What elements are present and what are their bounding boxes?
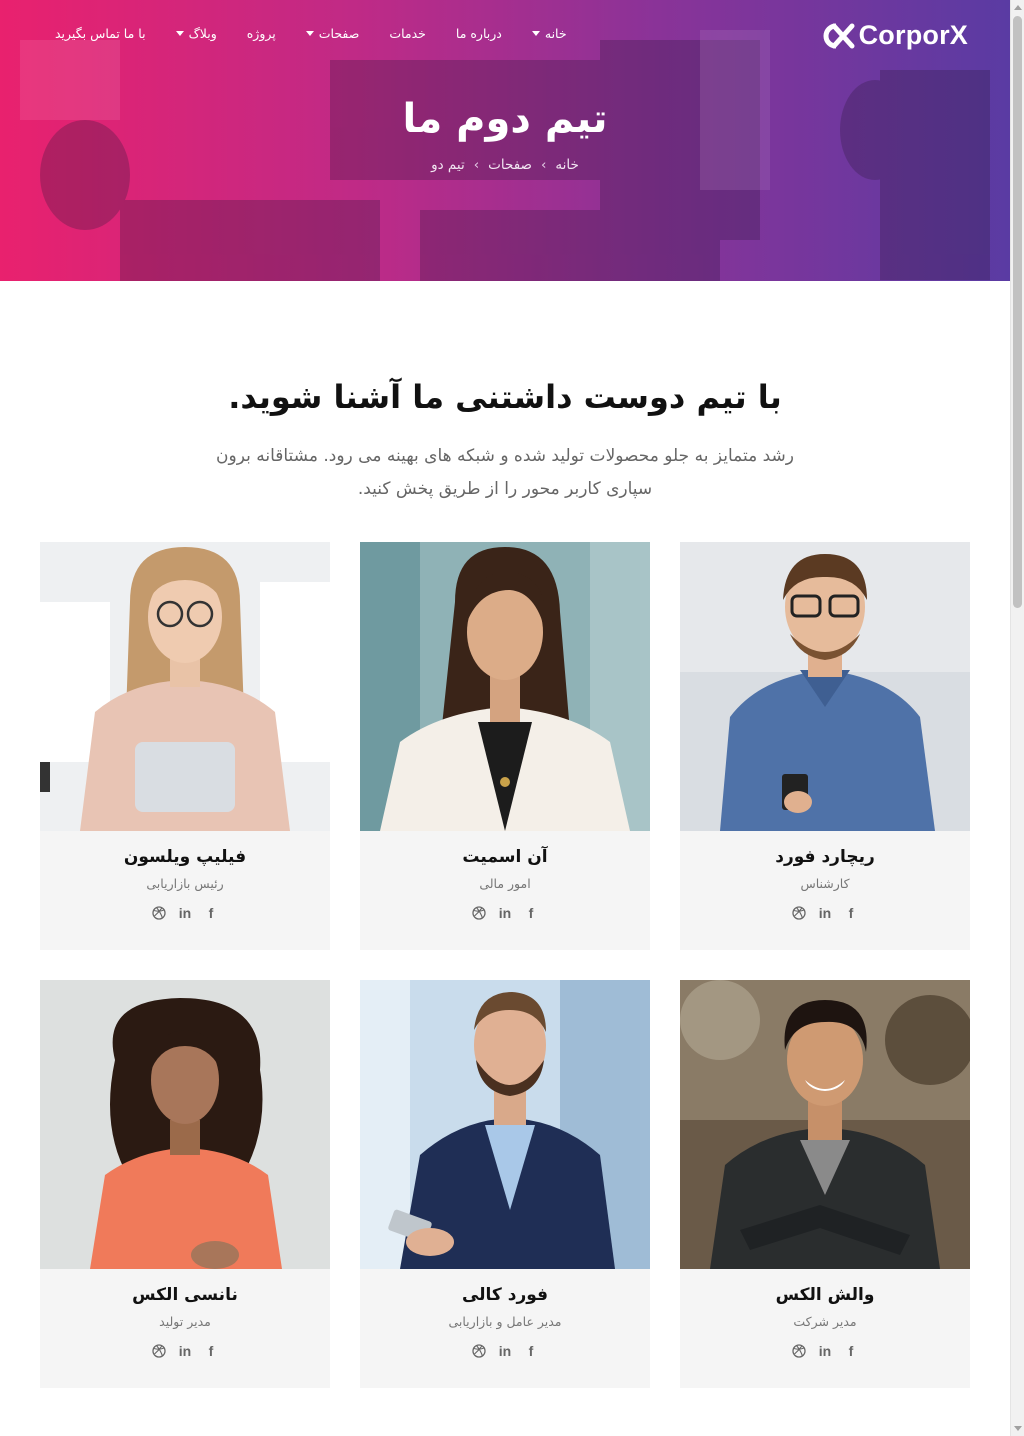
brand-name: CorporX: [858, 20, 968, 50]
team-member-name: نانسی الکس: [132, 1285, 238, 1305]
social-links: in f: [680, 905, 970, 921]
dribbble-icon[interactable]: [786, 906, 812, 920]
chevron-left-icon: ›: [541, 157, 547, 173]
team-member-role: مدیر عامل و بازاریابی: [448, 1314, 562, 1329]
section-title: با تیم دوست داشتنی ما آشنا شوید.: [228, 378, 782, 416]
chevron-down-icon: [531, 31, 540, 36]
breadcrumb: خانه › صفحات › تیم دو: [0, 157, 1010, 173]
linkedin-icon[interactable]: in: [492, 905, 518, 921]
team-member-role: کارشناس: [800, 876, 850, 891]
nav-label: پروژه: [246, 26, 276, 41]
facebook-icon[interactable]: f: [838, 1343, 864, 1359]
social-links: in f: [360, 905, 650, 921]
team-member-name: ریچارد فورد: [775, 847, 875, 867]
breadcrumb-pages[interactable]: صفحات: [488, 157, 532, 173]
team-card: والش الکس مدیر شرکت in f: [680, 980, 970, 1388]
dribbble-icon[interactable]: [786, 1344, 812, 1358]
facebook-icon[interactable]: f: [198, 1343, 224, 1359]
team-member-role: امور مالی: [479, 876, 531, 891]
nav-about[interactable]: درباره ما: [456, 26, 502, 41]
breadcrumb-current: تیم دو: [431, 157, 465, 173]
dribbble-icon[interactable]: [146, 906, 172, 920]
team-member-photo: [680, 542, 970, 831]
team-card: آن اسمیت امور مالی in f: [360, 542, 650, 950]
subtitle-line: سپاری کاربر محور را از طریق پخش کنید.: [357, 479, 653, 499]
page-title: تیم دوم ما: [402, 96, 608, 142]
team-member-name: والش الکس: [775, 1285, 875, 1305]
chevron-down-icon: [305, 31, 314, 36]
scroll-up-icon[interactable]: [1014, 5, 1022, 10]
nav-label: با ما تماس بگیرید: [55, 26, 146, 41]
team-member-photo: [40, 980, 330, 1269]
facebook-icon[interactable]: f: [518, 905, 544, 921]
facebook-icon[interactable]: f: [198, 905, 224, 921]
scrollbar-thumb[interactable]: [1013, 16, 1022, 608]
nav-label: صفحات: [318, 26, 360, 41]
dribbble-icon[interactable]: [466, 906, 492, 920]
section-subtitle: رشد متمایز به جلو محصولات تولید شده و شب…: [200, 440, 810, 506]
dribbble-icon[interactable]: [146, 1344, 172, 1358]
team-card: فورد کالی مدیر عامل و بازاریابی in f: [360, 980, 650, 1388]
nav-home[interactable]: خانه: [531, 26, 567, 41]
team-member-name: فورد کالی: [461, 1285, 549, 1305]
nav-blog[interactable]: وبلاگ: [175, 26, 217, 41]
linkedin-icon[interactable]: in: [172, 1343, 198, 1359]
facebook-icon[interactable]: f: [518, 1343, 544, 1359]
brand-logo[interactable]: CorporX: [819, 20, 968, 51]
team-member-photo: [680, 980, 970, 1269]
linkedin-icon[interactable]: in: [812, 905, 838, 921]
team-member-name: فیلیپ ویلسون: [123, 847, 247, 867]
chevron-down-icon: [175, 31, 184, 36]
linkedin-icon[interactable]: in: [812, 1343, 838, 1359]
nav-label: خدمات: [389, 26, 426, 41]
nav-pages[interactable]: صفحات: [305, 26, 360, 41]
team-member-photo: [360, 980, 650, 1269]
breadcrumb-home[interactable]: خانه: [555, 157, 578, 173]
linkedin-icon[interactable]: in: [172, 905, 198, 921]
nav-label: وبلاگ: [188, 26, 217, 41]
nav-contact[interactable]: با ما تماس بگیرید: [55, 26, 146, 41]
team-card: فیلیپ ویلسون رئیس بازاریابی in f: [40, 542, 330, 950]
team-card: ریچارد فورد کارشناس in f: [680, 542, 970, 950]
nav-services[interactable]: خدمات: [389, 26, 426, 41]
team-member-name: آن اسمیت: [462, 847, 548, 867]
main-nav: با ما تماس بگیرید وبلاگ پروژه صفحات خدما…: [55, 26, 597, 41]
team-member-photo: [40, 542, 330, 831]
team-member-role: مدیر شرکت: [793, 1314, 857, 1329]
social-links: in f: [40, 1343, 330, 1359]
chevron-left-icon: ›: [473, 157, 480, 173]
nav-project[interactable]: پروژه: [247, 26, 276, 41]
subtitle-line: رشد متمایز به جلو محصولات تولید شده و شب…: [216, 446, 794, 466]
dribbble-icon[interactable]: [466, 1344, 492, 1358]
page-header: CorporX با ما تماس بگیرید وبلاگ پروژه صف…: [0, 0, 1010, 281]
scroll-down-icon[interactable]: [1014, 1426, 1022, 1431]
team-card: نانسی الکس مدیر تولید in f: [40, 980, 330, 1388]
page-scrollbar[interactable]: [1010, 0, 1024, 1436]
nav-label: درباره ما: [455, 26, 502, 41]
social-links: in f: [40, 905, 330, 921]
social-links: in f: [360, 1343, 650, 1359]
team-member-role: رئیس بازاریابی: [146, 876, 224, 891]
linkedin-icon[interactable]: in: [492, 1343, 518, 1359]
facebook-icon[interactable]: f: [838, 905, 864, 921]
team-member-role: مدیر تولید: [159, 1314, 211, 1329]
logo-mark-icon: [819, 21, 855, 51]
team-member-photo: [360, 542, 650, 831]
nav-label: خانه: [544, 26, 567, 41]
social-links: in f: [680, 1343, 970, 1359]
